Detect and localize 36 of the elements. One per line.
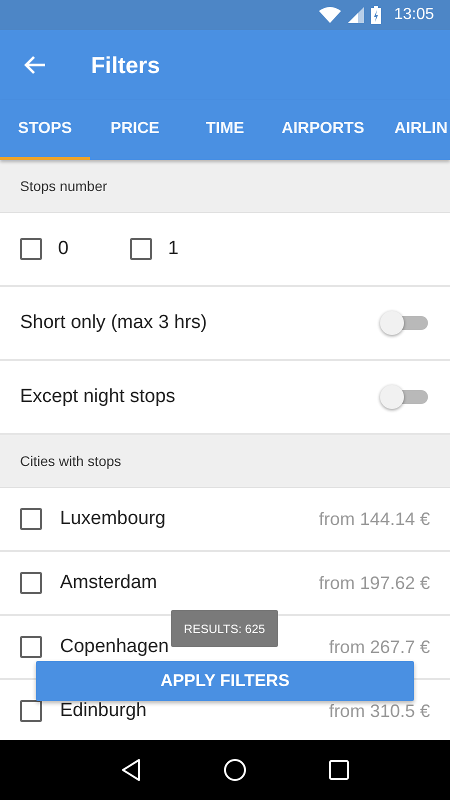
toggle-label: Except night stops	[20, 386, 176, 408]
city-name: Amsterdam	[60, 572, 158, 594]
price-text: from 267.7 €	[328, 636, 430, 658]
city-name: Luxembourg	[60, 508, 167, 530]
signal-icon	[348, 7, 364, 23]
city-name: Copenhagen	[60, 636, 170, 658]
apply-filters-button[interactable]: APPLY FILTERS	[36, 661, 414, 701]
section-title: Stops number	[20, 178, 108, 194]
screen-title: Filters	[91, 52, 160, 78]
checkbox-label: 0	[58, 238, 69, 260]
back-button[interactable]	[24, 55, 46, 75]
city-name: Edinburgh	[60, 700, 148, 722]
price-text: from 310.5 €	[328, 700, 430, 722]
checkbox[interactable]	[130, 238, 152, 260]
results-toast: RESULTS: 625	[171, 610, 278, 647]
tab[interactable]: TIME	[180, 100, 270, 160]
tab[interactable]: PRICE	[90, 100, 180, 160]
wifi-icon	[318, 7, 341, 23]
tab[interactable]: AIRPORTS	[270, 100, 376, 160]
battery-icon	[370, 6, 381, 24]
home-icon[interactable]	[222, 758, 247, 782]
checkbox-label: 1	[168, 238, 179, 260]
section-title: Cities with stops	[20, 453, 122, 469]
checkbox[interactable]	[20, 572, 42, 594]
back-icon[interactable]	[120, 758, 142, 782]
toggle-switch[interactable]	[380, 385, 430, 409]
checkbox[interactable]	[20, 508, 42, 530]
tab[interactable]: AIRLIN	[376, 100, 450, 160]
price-text: from 144.14 €	[318, 508, 430, 530]
checkbox[interactable]	[20, 636, 42, 658]
toggle-label: Short only (max 3 hrs)	[20, 312, 207, 334]
clock-time: 13:05	[394, 6, 434, 24]
checkbox[interactable]	[20, 238, 42, 260]
recents-icon[interactable]	[328, 759, 350, 781]
price-text: from 197.62 €	[318, 572, 430, 594]
toggle-switch[interactable]	[380, 311, 430, 335]
